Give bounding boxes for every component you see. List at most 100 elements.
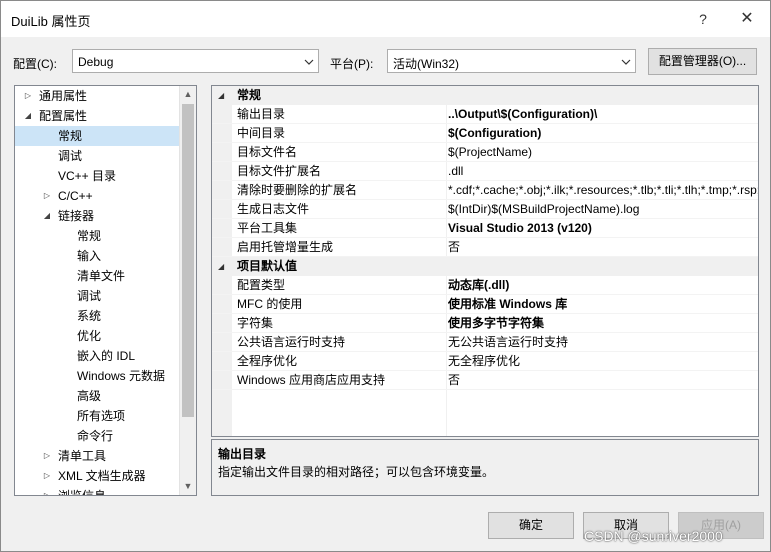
grid-category[interactable]: ◢ 项目默认值 xyxy=(212,257,758,276)
expand-icon[interactable]: ▷ xyxy=(42,466,52,486)
tree-item[interactable]: 系统 xyxy=(15,306,181,326)
tree-item-label: XML 文档生成器 xyxy=(58,469,146,483)
tree-item-label: 清单工具 xyxy=(58,449,107,463)
tree-item[interactable]: 常规 xyxy=(15,126,181,146)
tree-item[interactable]: VC++ 目录 xyxy=(15,166,181,186)
tree-item-label: 通用属性 xyxy=(39,89,88,103)
property-value[interactable]: $(IntDir)$(MSBuildProjectName).log xyxy=(447,200,758,219)
property-name: 配置类型 xyxy=(237,278,286,292)
tree-item-label: 命令行 xyxy=(77,429,114,443)
tree-item-label: 高级 xyxy=(77,389,102,403)
expand-icon[interactable]: ▷ xyxy=(42,486,52,495)
tree-item[interactable]: 高级 xyxy=(15,386,181,406)
tree-item[interactable]: Windows 元数据 xyxy=(15,366,181,386)
close-button[interactable]: ✕ xyxy=(733,7,761,31)
tree-item-label: 配置属性 xyxy=(39,109,88,123)
collapse-icon[interactable]: ◢ xyxy=(218,257,228,276)
configuration-select[interactable]: Debug xyxy=(72,49,319,73)
configuration-bar: 配置(C): Debug 平台(P): 活动(Win32) 配置管理器(O)..… xyxy=(1,48,770,75)
scrollbar-thumb[interactable] xyxy=(182,104,194,417)
watermark: CSDN @sunriver2000 xyxy=(584,528,723,544)
grid-row[interactable]: 目标文件扩展名 .dll xyxy=(212,162,758,181)
tree-item[interactable]: ▷ 通用属性 xyxy=(15,86,181,106)
expand-icon[interactable]: ▷ xyxy=(42,446,52,466)
tree-item-label: 浏览信息 xyxy=(58,489,107,496)
title-bar: DuiLib 属性页 ? ✕ xyxy=(1,1,770,37)
tree-item[interactable]: 调试 xyxy=(15,286,181,306)
property-value[interactable]: $(Configuration) xyxy=(447,124,758,143)
property-value[interactable]: $(ProjectName) xyxy=(447,143,758,162)
grid-row[interactable]: 字符集 使用多字节字符集 xyxy=(212,314,758,333)
tree-item[interactable]: 常规 xyxy=(15,226,181,246)
tree-item[interactable]: 调试 xyxy=(15,146,181,166)
tree-item[interactable]: ▷ XML 文档生成器 xyxy=(15,466,181,486)
tree-item[interactable]: ▷ 清单工具 xyxy=(15,446,181,466)
property-value[interactable]: Visual Studio 2013 (v120) xyxy=(447,219,758,238)
tree-item-label: 清单文件 xyxy=(77,269,126,283)
chevron-down-icon xyxy=(621,59,631,65)
property-value[interactable]: 使用多字节字符集 xyxy=(447,314,758,333)
tree-item-label: 输入 xyxy=(77,249,102,263)
collapse-icon[interactable]: ◢ xyxy=(42,206,52,226)
grid-row[interactable]: 目标文件名 $(ProjectName) xyxy=(212,143,758,162)
property-name: MFC 的使用 xyxy=(237,297,303,311)
tree-item-label: 嵌入的 IDL xyxy=(77,349,136,363)
description-panel: 输出目录 指定输出文件目录的相对路径；可以包含环境变量。 xyxy=(211,439,759,496)
grid-row[interactable]: 生成日志文件 $(IntDir)$(MSBuildProjectName).log xyxy=(212,200,758,219)
property-name: 平台工具集 xyxy=(237,221,298,235)
configuration-value: Debug xyxy=(78,55,114,69)
collapse-icon[interactable]: ◢ xyxy=(23,106,33,126)
tree-item[interactable]: 清单文件 xyxy=(15,266,181,286)
expand-icon[interactable]: ▷ xyxy=(23,86,33,106)
property-name: 输出目录 xyxy=(237,107,286,121)
grid-category-label: 常规 xyxy=(237,88,262,102)
tree-item-label: 优化 xyxy=(77,329,102,343)
platform-value: 活动(Win32) xyxy=(393,57,460,71)
tree-scrollbar[interactable]: ▲ ▼ xyxy=(179,86,196,495)
ok-button[interactable]: 确定 xyxy=(488,512,574,539)
tree-item[interactable]: 所有选项 xyxy=(15,406,181,426)
tree-item[interactable]: ▷ 浏览信息 xyxy=(15,486,181,496)
property-value[interactable]: ..\Output\$(Configuration)\ xyxy=(447,105,758,124)
grid-row[interactable]: 配置类型 动态库(.dll) xyxy=(212,276,758,295)
property-name: Windows 应用商店应用支持 xyxy=(237,373,386,387)
expand-icon[interactable]: ▷ xyxy=(42,186,52,206)
tree-item[interactable]: 命令行 xyxy=(15,426,181,446)
tree-item[interactable]: 优化 xyxy=(15,326,181,346)
property-value[interactable]: 无全程序优化 xyxy=(447,352,758,371)
property-value[interactable]: 无公共语言运行时支持 xyxy=(447,333,758,352)
grid-row[interactable]: 清除时要删除的扩展名 *.cdf;*.cache;*.obj;*.ilk;*.re… xyxy=(212,181,758,200)
grid-row[interactable]: 中间目录 $(Configuration) xyxy=(212,124,758,143)
tree-item[interactable]: 输入 xyxy=(15,246,181,266)
grid-row[interactable]: 启用托管增量生成 否 xyxy=(212,238,758,257)
scroll-up-icon[interactable]: ▲ xyxy=(180,86,196,103)
tree-item-label: C/C++ xyxy=(58,189,93,203)
platform-select[interactable]: 活动(Win32) xyxy=(387,49,636,73)
property-value[interactable]: 动态库(.dll) xyxy=(447,276,758,295)
property-name: 启用托管增量生成 xyxy=(237,240,334,254)
help-button[interactable]: ? xyxy=(689,7,717,31)
grid-row[interactable]: Windows 应用商店应用支持 否 xyxy=(212,371,758,390)
grid-row[interactable]: MFC 的使用 使用标准 Windows 库 xyxy=(212,295,758,314)
property-value[interactable]: *.cdf;*.cache;*.obj;*.ilk;*.resources;*.… xyxy=(447,181,758,200)
tree-item[interactable]: 嵌入的 IDL xyxy=(15,346,181,366)
configuration-manager-button[interactable]: 配置管理器(O)... xyxy=(648,48,757,75)
grid-row[interactable]: 公共语言运行时支持 无公共语言运行时支持 xyxy=(212,333,758,352)
property-name: 全程序优化 xyxy=(237,354,298,368)
property-name: 目标文件扩展名 xyxy=(237,164,322,178)
platform-label: 平台(P): xyxy=(330,57,374,71)
grid-category[interactable]: ◢ 常规 xyxy=(212,86,758,105)
tree-item[interactable]: ◢ 链接器 xyxy=(15,206,181,226)
tree-item[interactable]: ▷ C/C++ xyxy=(15,186,181,206)
property-name: 公共语言运行时支持 xyxy=(237,335,346,349)
scroll-down-icon[interactable]: ▼ xyxy=(180,478,196,495)
property-value[interactable]: .dll xyxy=(447,162,758,181)
grid-row[interactable]: 平台工具集 Visual Studio 2013 (v120) xyxy=(212,219,758,238)
property-value[interactable]: 否 xyxy=(447,238,758,257)
property-value[interactable]: 使用标准 Windows 库 xyxy=(447,295,758,314)
grid-row[interactable]: 全程序优化 无全程序优化 xyxy=(212,352,758,371)
grid-row[interactable]: 输出目录 ..\Output\$(Configuration)\ xyxy=(212,105,758,124)
collapse-icon[interactable]: ◢ xyxy=(218,86,228,105)
tree-item[interactable]: ◢ 配置属性 xyxy=(15,106,181,126)
property-value[interactable]: 否 xyxy=(447,371,758,390)
